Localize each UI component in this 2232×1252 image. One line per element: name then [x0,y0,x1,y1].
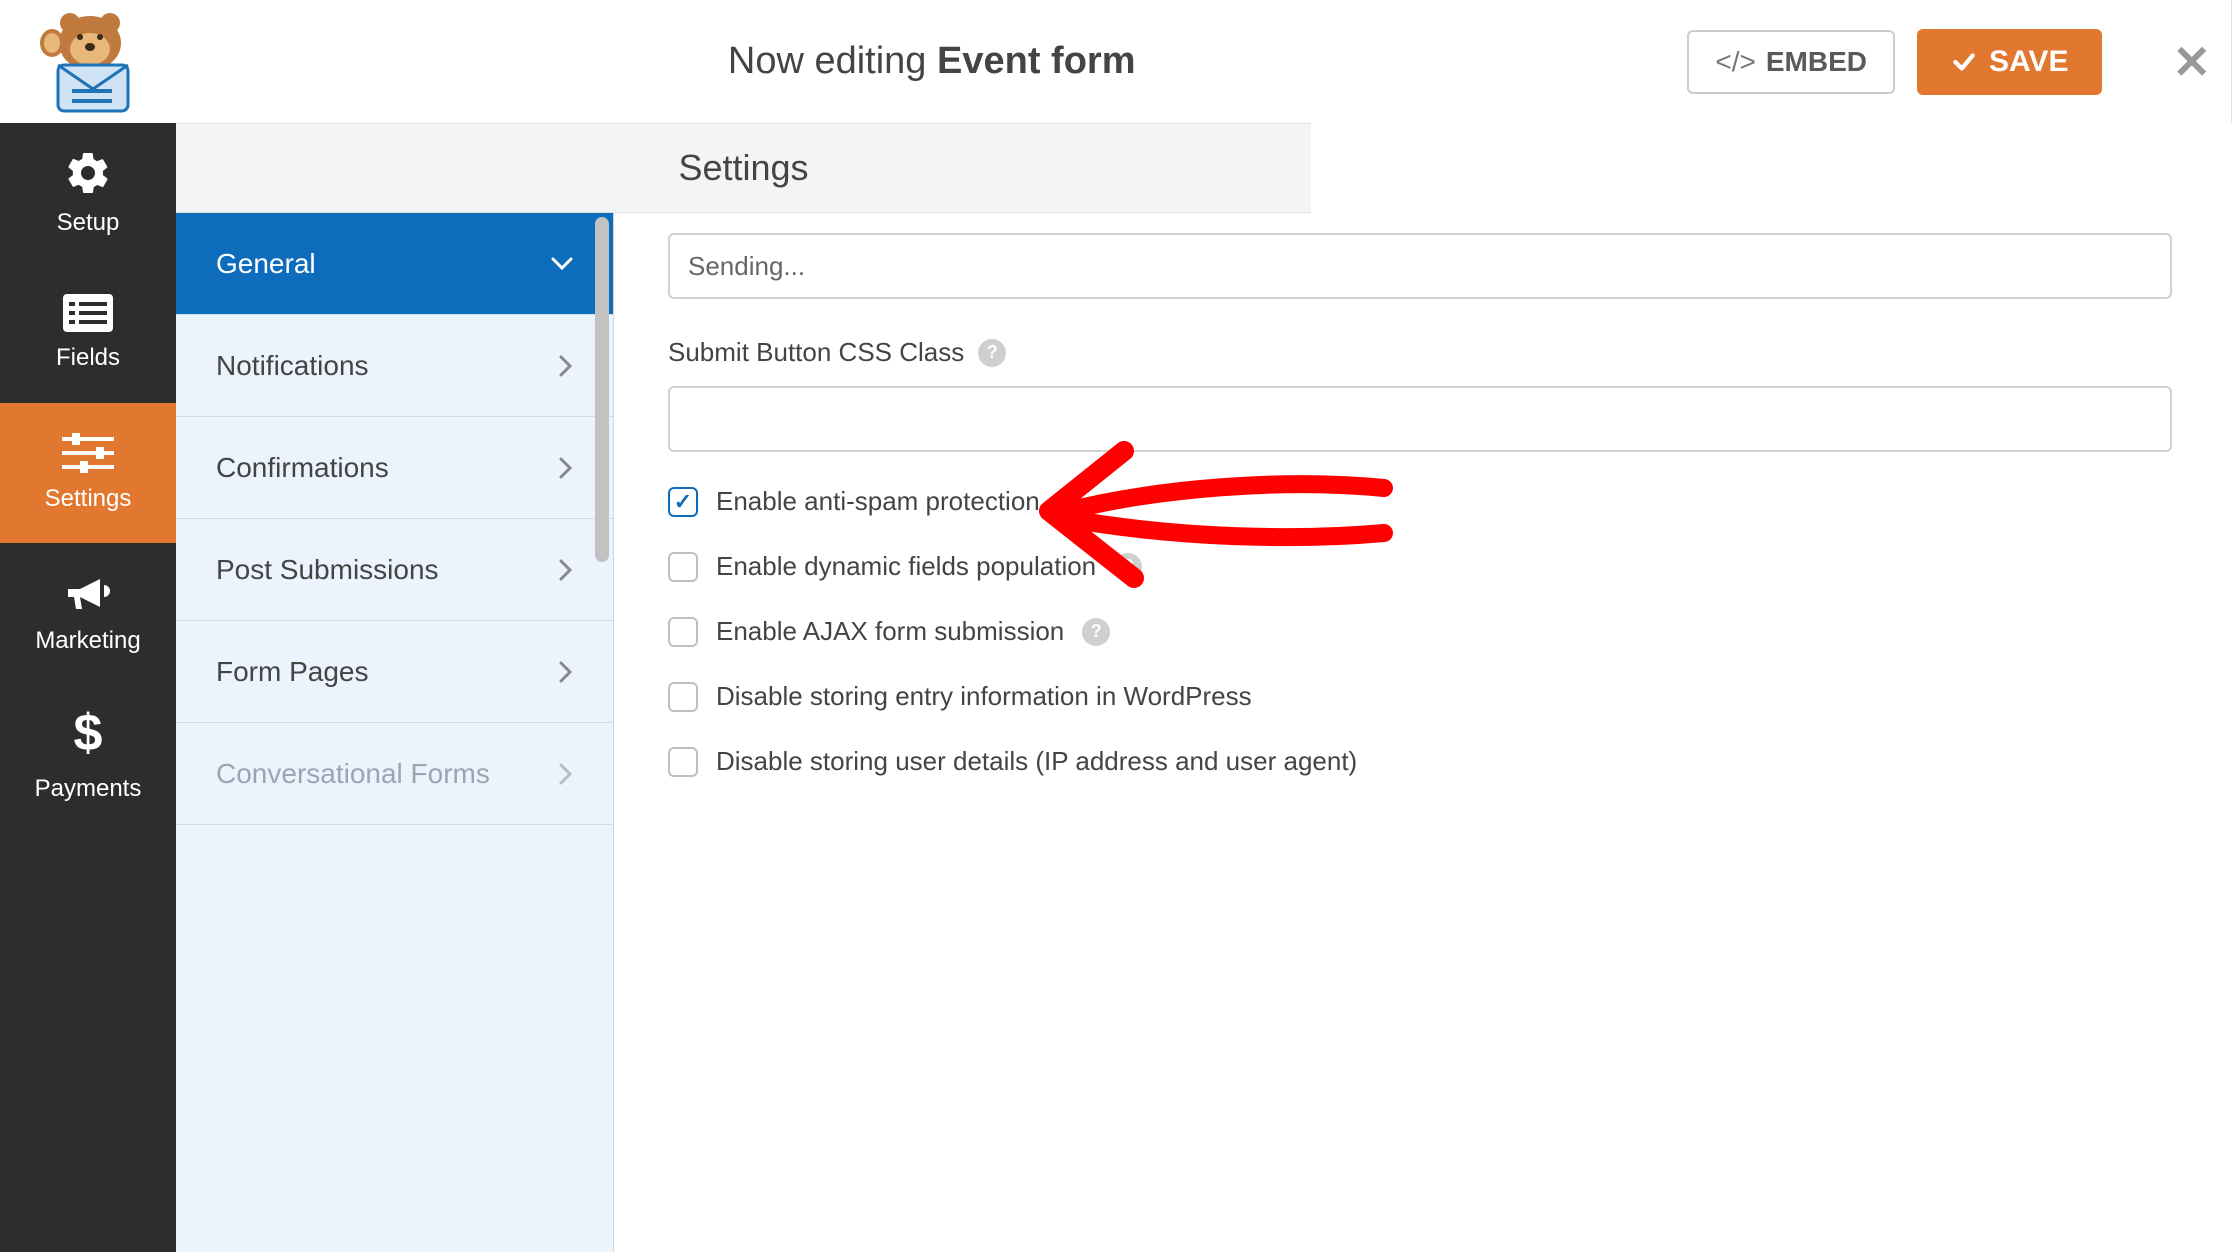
sub-nav-post-submissions[interactable]: Post Submissions [176,519,613,621]
css-class-input[interactable] [668,386,2172,452]
check-icon [1951,49,1977,75]
body: Setup Fields Settings Marketing $ Paymen… [0,123,2232,1252]
save-label: SAVE [1989,45,2068,79]
checkbox-label: Disable storing entry information in Wor… [716,681,1252,712]
nav-setup[interactable]: Setup [0,123,176,263]
header-prefix: Now editing [728,40,937,82]
close-icon: ✕ [2172,36,2211,88]
checkbox-ajax-row: Enable AJAX form submission ? [668,616,2172,647]
nav-label: Marketing [35,627,140,655]
checkbox-disable-entry[interactable] [668,682,698,712]
nav-label: Settings [45,485,132,513]
sub-nav-conversational-forms[interactable]: Conversational Forms [176,723,613,825]
sliders-icon [62,433,114,473]
sub-nav-label: General [216,248,316,280]
header-form-name: Event form [937,40,1135,82]
header: Now editing Event form </> EMBED SAVE ✕ [0,0,2232,123]
checkbox-disable-entry-row: Disable storing entry information in Wor… [668,681,2172,712]
close-button[interactable]: ✕ [2132,35,2231,89]
nav-fields[interactable]: Fields [0,263,176,403]
gear-icon [64,149,112,197]
settings-panel: Submit Button CSS Class ? Enable anti-sp… [614,123,2232,1252]
sub-nav-label: Notifications [216,350,369,382]
help-icon[interactable]: ? [1114,553,1142,581]
sub-nav-confirmations[interactable]: Confirmations [176,417,613,519]
nav-label: Payments [35,775,142,803]
left-nav: Setup Fields Settings Marketing $ Paymen… [0,123,176,1252]
checkbox-ajax[interactable] [668,617,698,647]
sub-nav-form-pages[interactable]: Form Pages [176,621,613,723]
chevron-right-icon [559,355,573,377]
sub-nav-label: Conversational Forms [216,758,490,790]
checkbox-label: Enable anti-spam protection [716,486,1040,517]
checkbox-dynamic-fields-row: Enable dynamic fields population ? [668,551,2172,582]
embed-label: EMBED [1766,46,1867,78]
panel-title: Settings [176,123,1311,213]
list-icon [63,294,113,332]
chevron-down-icon [551,257,573,271]
checkbox-disable-user-row: Disable storing user details (IP address… [668,746,2172,777]
header-actions: </> EMBED SAVE [1687,29,2132,95]
app-logo [0,0,176,123]
sub-nav-list: General Notifications Confirmations Post… [176,213,613,1252]
checkbox-label: Disable storing user details (IP address… [716,746,1357,777]
checkbox-disable-user[interactable] [668,747,698,777]
css-class-label-row: Submit Button CSS Class ? [668,337,2172,368]
help-icon[interactable]: ? [1082,618,1110,646]
nav-settings[interactable]: Settings [0,403,176,543]
code-icon: </> [1715,46,1755,78]
chevron-right-icon [559,661,573,683]
nav-payments[interactable]: $ Payments [0,683,176,823]
sub-nav-notifications[interactable]: Notifications [176,315,613,417]
chevron-right-icon [559,559,573,581]
header-title: Now editing Event form [176,40,1687,83]
submit-button-processing-text-input[interactable] [668,233,2172,299]
embed-button[interactable]: </> EMBED [1687,30,1895,94]
checkbox-anti-spam-row: Enable anti-spam protection [668,486,2172,517]
settings-sub-nav: General Notifications Confirmations Post… [176,123,614,1252]
help-icon[interactable]: ? [978,339,1006,367]
dollar-icon: $ [74,703,103,763]
bullhorn-icon [64,571,112,615]
checkbox-anti-spam[interactable] [668,487,698,517]
nav-label: Fields [56,344,120,372]
checkbox-label: Enable dynamic fields population [716,551,1096,582]
checkbox-dynamic-fields[interactable] [668,552,698,582]
sub-nav-label: Form Pages [216,656,369,688]
nav-label: Setup [57,209,120,237]
chevron-right-icon [559,763,573,785]
nav-marketing[interactable]: Marketing [0,543,176,683]
sub-nav-label: Confirmations [216,452,389,484]
save-button[interactable]: SAVE [1917,29,2102,95]
checkbox-label: Enable AJAX form submission [716,616,1064,647]
sub-nav-label: Post Submissions [216,554,439,586]
css-class-label: Submit Button CSS Class [668,337,964,368]
chevron-right-icon [559,457,573,479]
scrollbar-thumb[interactable] [595,217,609,562]
sub-nav-general[interactable]: General [176,213,613,315]
